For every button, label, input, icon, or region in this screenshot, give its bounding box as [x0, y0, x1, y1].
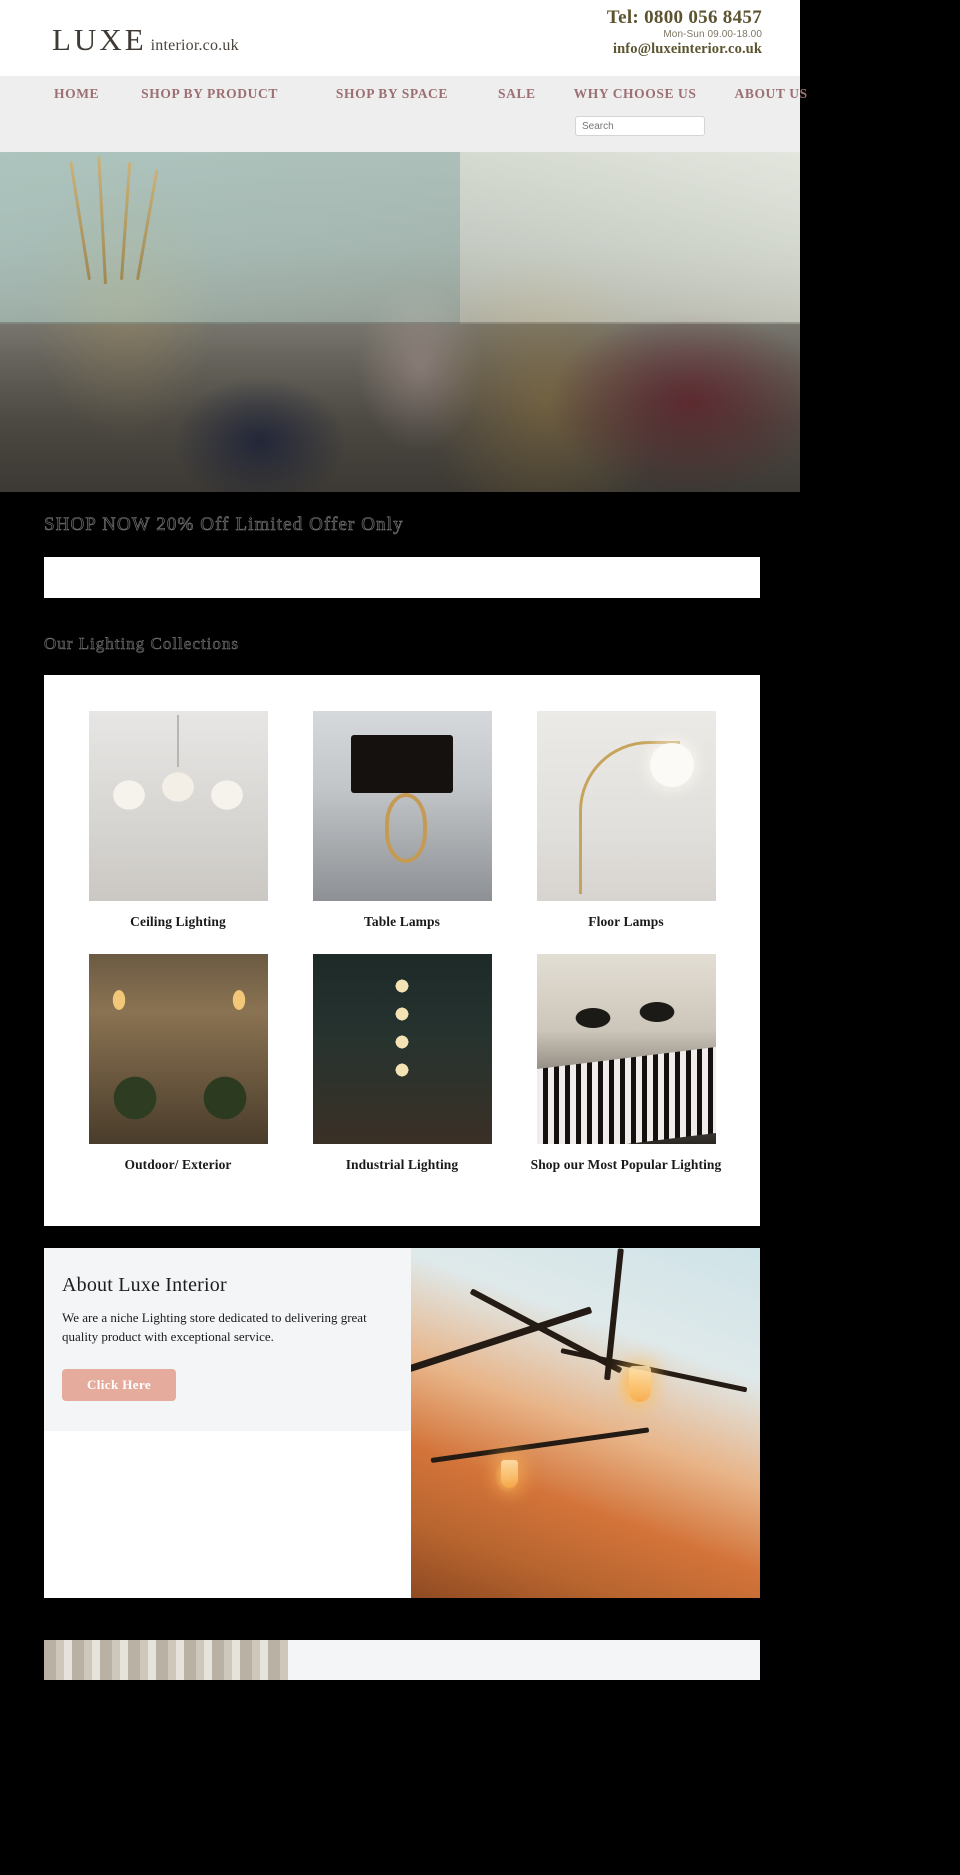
- nav-item-why-choose-us[interactable]: WHY CHOOSE US: [574, 86, 697, 102]
- branch-4: [430, 1427, 650, 1464]
- collection-label: Table Lamps: [363, 914, 440, 929]
- collection-item-floor-lamps[interactable]: Floor Lamps: [526, 711, 726, 930]
- promo-headline: SHOP NOW 20% Off Limited Offer Only: [44, 514, 404, 536]
- collection-label: Industrial Lighting: [345, 1156, 459, 1172]
- next-section-image: [44, 1640, 288, 1681]
- hanging-bulb-primary: [629, 1366, 651, 1403]
- promo-white-panel: [44, 557, 760, 598]
- collection-label: Floor Lamps: [588, 914, 664, 929]
- about-text-column: About Luxe Interior We are a niche Light…: [44, 1248, 411, 1599]
- contact-phone[interactable]: Tel: 0800 056 8457: [607, 7, 762, 29]
- collection-label: Outdoor/ Exterior: [124, 1156, 232, 1172]
- nav-item-about-us[interactable]: ABOUT US: [735, 86, 808, 102]
- collection-label: Shop our Most Popular Lighting: [530, 1156, 722, 1172]
- about-section: About Luxe Interior We are a niche Light…: [44, 1248, 760, 1599]
- site-header: LUXE interior.co.uk Tel: 0800 056 8457 Mo…: [0, 0, 800, 76]
- most-popular-thumbnail[interactable]: [536, 953, 716, 1144]
- main-navigation: HOME SHOP BY PRODUCT SHOP BY SPACE SALE …: [0, 76, 807, 152]
- hero-overlay-right: [460, 152, 800, 324]
- next-section-preview: [44, 1640, 760, 1681]
- about-image: [411, 1248, 760, 1599]
- collection-label: Ceiling Lighting: [130, 914, 226, 929]
- next-section-panel: [288, 1640, 760, 1681]
- ceiling-lighting-thumbnail[interactable]: [88, 711, 268, 901]
- nav-item-sale[interactable]: SALE: [498, 86, 536, 102]
- about-body-text: We are a niche Lighting store dedicated …: [62, 1310, 367, 1344]
- nav-list: HOME SHOP BY PRODUCT SHOP BY SPACE SALE …: [0, 76, 807, 112]
- nav-item-shop-by-product[interactable]: SHOP BY PRODUCT: [141, 86, 278, 102]
- spacer-black: [0, 1598, 960, 1617]
- hero-shadow-band: [0, 322, 800, 492]
- collection-item-ceiling-lighting[interactable]: Ceiling Lighting: [78, 711, 278, 930]
- floor-lamps-thumbnail[interactable]: [536, 711, 716, 901]
- page-root: LUXE interior.co.uk Tel: 0800 056 8457 Mo…: [0, 0, 960, 1681]
- table-lamps-thumbnail[interactable]: [312, 711, 492, 901]
- branch-3: [560, 1348, 748, 1393]
- collections-card: Ceiling Lighting Table Lamps Floor Lamps…: [44, 675, 760, 1227]
- promo-section: SHOP NOW 20% Off Limited Offer Only: [0, 492, 800, 598]
- logo-secondary-text: interior.co.uk: [150, 37, 239, 54]
- nav-item-home[interactable]: HOME: [54, 86, 99, 102]
- nav-item-shop-by-space[interactable]: SHOP BY SPACE: [336, 86, 448, 102]
- about-text-panel: About Luxe Interior We are a niche Light…: [44, 1248, 411, 1431]
- search-input[interactable]: [575, 116, 705, 136]
- collections-heading: Our Lighting Collections: [44, 634, 239, 654]
- collection-item-outdoor-exterior[interactable]: Outdoor/ Exterior: [78, 953, 278, 1173]
- collection-item-most-popular[interactable]: Shop our Most Popular Lighting: [526, 953, 726, 1173]
- hero-banner-image: [0, 152, 800, 492]
- hero-overlay-left: [0, 152, 460, 324]
- contact-opening-hours: Mon-Sun 09.00-18.00: [663, 28, 762, 40]
- search-row: [0, 112, 800, 152]
- hanging-bulb-secondary: [501, 1460, 518, 1489]
- header-contact-block: Tel: 0800 056 8457 Mon-Sun 09.00-18.00 i…: [607, 7, 762, 58]
- contact-email[interactable]: info@luxeinterior.co.uk: [607, 42, 762, 58]
- collection-item-table-lamps[interactable]: Table Lamps: [302, 711, 502, 930]
- about-click-here-button[interactable]: Click Here: [62, 1368, 177, 1401]
- about-heading: About Luxe Interior: [62, 1274, 227, 1297]
- collections-section: Our Lighting Collections Ceiling Lightin…: [0, 598, 960, 1227]
- site-logo[interactable]: LUXE interior.co.uk: [52, 22, 239, 58]
- collection-item-industrial-lighting[interactable]: Industrial Lighting: [302, 953, 502, 1173]
- logo-primary-text: LUXE: [52, 22, 147, 57]
- collections-grid: Ceiling Lighting Table Lamps Floor Lamps…: [78, 711, 726, 1196]
- outdoor-exterior-thumbnail[interactable]: [88, 953, 268, 1144]
- industrial-lighting-thumbnail[interactable]: [312, 953, 492, 1144]
